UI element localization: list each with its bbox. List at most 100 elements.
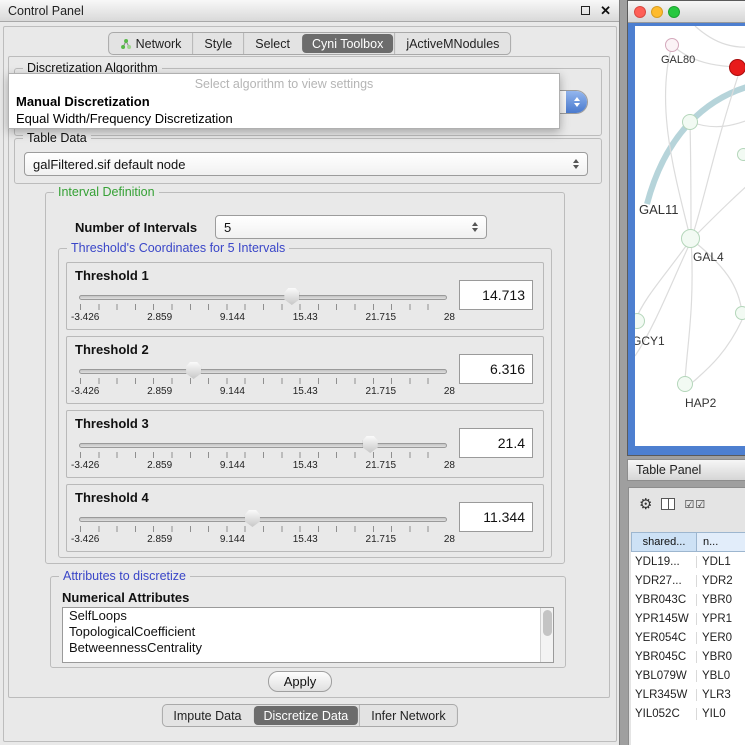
table-cell: YER054C bbox=[631, 632, 697, 644]
list-scrollbar[interactable] bbox=[540, 608, 553, 662]
scale-label: 21.715 bbox=[366, 312, 397, 323]
table-row[interactable]: YLR345WYLR3 bbox=[631, 685, 745, 704]
tab-infer-network[interactable]: Infer Network bbox=[359, 705, 456, 726]
window-buttons: ✕ bbox=[581, 3, 611, 19]
tab-network[interactable]: Network bbox=[109, 33, 193, 54]
slider-scale: -3.426 2.859 9.144 15.43 21.715 28 bbox=[71, 534, 455, 545]
network-node[interactable] bbox=[735, 306, 745, 320]
column-header[interactable]: n... bbox=[697, 532, 745, 552]
zoom-traffic-light-icon[interactable] bbox=[668, 6, 680, 18]
scrollbar-thumb[interactable] bbox=[543, 610, 552, 636]
network-node-selected[interactable] bbox=[729, 59, 745, 76]
scale-label: 15.43 bbox=[293, 312, 318, 323]
slider-ticks bbox=[80, 452, 446, 458]
float-window-icon[interactable] bbox=[581, 6, 590, 15]
slider-thumb[interactable] bbox=[245, 510, 260, 527]
table-cell: YLR3 bbox=[697, 689, 745, 701]
table-data-combo[interactable]: galFiltered.sif default node bbox=[24, 152, 588, 176]
threshold-1-value-field[interactable] bbox=[459, 280, 533, 310]
network-node[interactable] bbox=[682, 114, 698, 130]
list-item[interactable]: BetweennessCentrality bbox=[63, 640, 553, 656]
group-title: Table Data bbox=[23, 131, 91, 145]
table-row[interactable]: YBR045CYBR0 bbox=[631, 647, 745, 666]
table-row[interactable]: YDL19...YDL1 bbox=[631, 552, 745, 571]
column-header[interactable]: shared... bbox=[631, 532, 697, 552]
tab-jactivemnodules[interactable]: jActiveMNodules bbox=[394, 33, 510, 54]
table-cell: YIL052C bbox=[631, 708, 697, 720]
table-row[interactable]: YDR27...YDR2 bbox=[631, 571, 745, 590]
network-node[interactable] bbox=[681, 229, 700, 248]
minimize-traffic-light-icon[interactable] bbox=[651, 6, 663, 18]
tab-label: Discretize Data bbox=[264, 709, 349, 723]
table-cell: YDL1 bbox=[697, 556, 745, 568]
tab-impute-data[interactable]: Impute Data bbox=[162, 705, 252, 726]
table-cell: YPR1 bbox=[697, 613, 745, 625]
num-intervals-combo[interactable]: 5 bbox=[215, 215, 487, 239]
slider-thumb[interactable] bbox=[186, 362, 201, 379]
gear-icon[interactable]: ⚙ bbox=[639, 495, 652, 513]
tab-style[interactable]: Style bbox=[192, 33, 243, 54]
table-row[interactable]: YBR043CYBR0 bbox=[631, 590, 745, 609]
list-item[interactable]: TopologicalCoefficient bbox=[63, 624, 553, 640]
tab-label: Network bbox=[136, 37, 182, 51]
tab-select[interactable]: Select bbox=[243, 33, 301, 54]
threshold-2-value-field[interactable] bbox=[459, 354, 533, 384]
table-row[interactable]: YBL079WYBL0 bbox=[631, 666, 745, 685]
table-panel-titlebar: Table Panel bbox=[627, 459, 745, 481]
scale-label: 9.144 bbox=[220, 386, 245, 397]
node-label: GCY1 bbox=[635, 334, 665, 348]
network-canvas[interactable]: GAL80 GAL11 GAL4 GCY1 HAP2 bbox=[635, 26, 745, 446]
threshold-4-box: Threshold 4 -3.426 2.859 9.144 15.43 21.… bbox=[66, 484, 544, 552]
threshold-1-slider[interactable]: -3.426 2.859 9.144 15.43 21.715 28 bbox=[79, 287, 447, 329]
slider-thumb[interactable] bbox=[284, 288, 299, 305]
table-row[interactable]: YIL052CYIL0 bbox=[631, 704, 745, 723]
tab-cyni-toolbox[interactable]: Cyni Toolbox bbox=[302, 34, 393, 53]
slider-track[interactable] bbox=[79, 369, 447, 374]
threshold-4-value-field[interactable] bbox=[459, 502, 533, 532]
tab-label: Infer Network bbox=[371, 709, 445, 723]
tab-discretize-data[interactable]: Discretize Data bbox=[254, 706, 359, 725]
popup-option-manual-discretization[interactable]: Manual Discretization bbox=[16, 94, 150, 109]
table-cell: YDL19... bbox=[631, 556, 697, 568]
table-row[interactable]: YER054CYER0 bbox=[631, 628, 745, 647]
desktop: Control Panel ✕ Network Style Select Cyn bbox=[0, 0, 745, 745]
slider-scale: -3.426 2.859 9.144 15.43 21.715 28 bbox=[71, 312, 455, 323]
network-node[interactable] bbox=[677, 376, 693, 392]
columns-icon[interactable] bbox=[661, 498, 675, 510]
combo-value: 5 bbox=[224, 220, 231, 235]
table-row[interactable]: YPR145WYPR1 bbox=[631, 609, 745, 628]
select-columns-icon[interactable]: ☑☑ bbox=[684, 498, 706, 511]
slider-track[interactable] bbox=[79, 295, 447, 300]
scale-label: 15.43 bbox=[293, 460, 318, 471]
threshold-label: Threshold 3 bbox=[75, 416, 149, 431]
popup-option-equal-width-frequency[interactable]: Equal Width/Frequency Discretization bbox=[16, 111, 233, 126]
control-panel-window: Control Panel ✕ Network Style Select Cyn bbox=[0, 0, 620, 745]
close-icon[interactable]: ✕ bbox=[600, 3, 611, 19]
scale-label: 21.715 bbox=[366, 460, 397, 471]
apply-button[interactable]: Apply bbox=[268, 671, 332, 692]
network-node[interactable] bbox=[737, 148, 745, 161]
combo-stepper-icon[interactable] bbox=[468, 216, 482, 238]
scale-label: 28 bbox=[444, 386, 455, 397]
threshold-2-slider[interactable]: -3.426 2.859 9.144 15.43 21.715 28 bbox=[79, 361, 447, 403]
slider-track[interactable] bbox=[79, 517, 447, 522]
table-cell: YBR043C bbox=[631, 594, 697, 606]
network-node[interactable] bbox=[665, 38, 679, 52]
network-icon bbox=[120, 38, 132, 50]
table-cell: YBR045C bbox=[631, 651, 697, 663]
slider-track[interactable] bbox=[79, 443, 447, 448]
slider-scale: -3.426 2.859 9.144 15.43 21.715 28 bbox=[71, 386, 455, 397]
combo-stepper-icon[interactable] bbox=[569, 153, 583, 175]
threshold-3-slider[interactable]: -3.426 2.859 9.144 15.43 21.715 28 bbox=[79, 435, 447, 477]
threshold-3-value-field[interactable] bbox=[459, 428, 533, 458]
combo-stepper-icon[interactable] bbox=[566, 91, 587, 113]
slider-thumb[interactable] bbox=[363, 436, 378, 453]
close-traffic-light-icon[interactable] bbox=[634, 6, 646, 18]
threshold-4-slider[interactable]: -3.426 2.859 9.144 15.43 21.715 28 bbox=[79, 509, 447, 551]
scale-label: 15.43 bbox=[293, 386, 318, 397]
list-item[interactable]: SelfLoops bbox=[63, 608, 553, 624]
scale-label: 21.715 bbox=[366, 534, 397, 545]
threshold-label: Threshold 1 bbox=[75, 268, 149, 283]
threshold-label: Threshold 4 bbox=[75, 490, 149, 505]
scale-label: -3.426 bbox=[71, 386, 99, 397]
